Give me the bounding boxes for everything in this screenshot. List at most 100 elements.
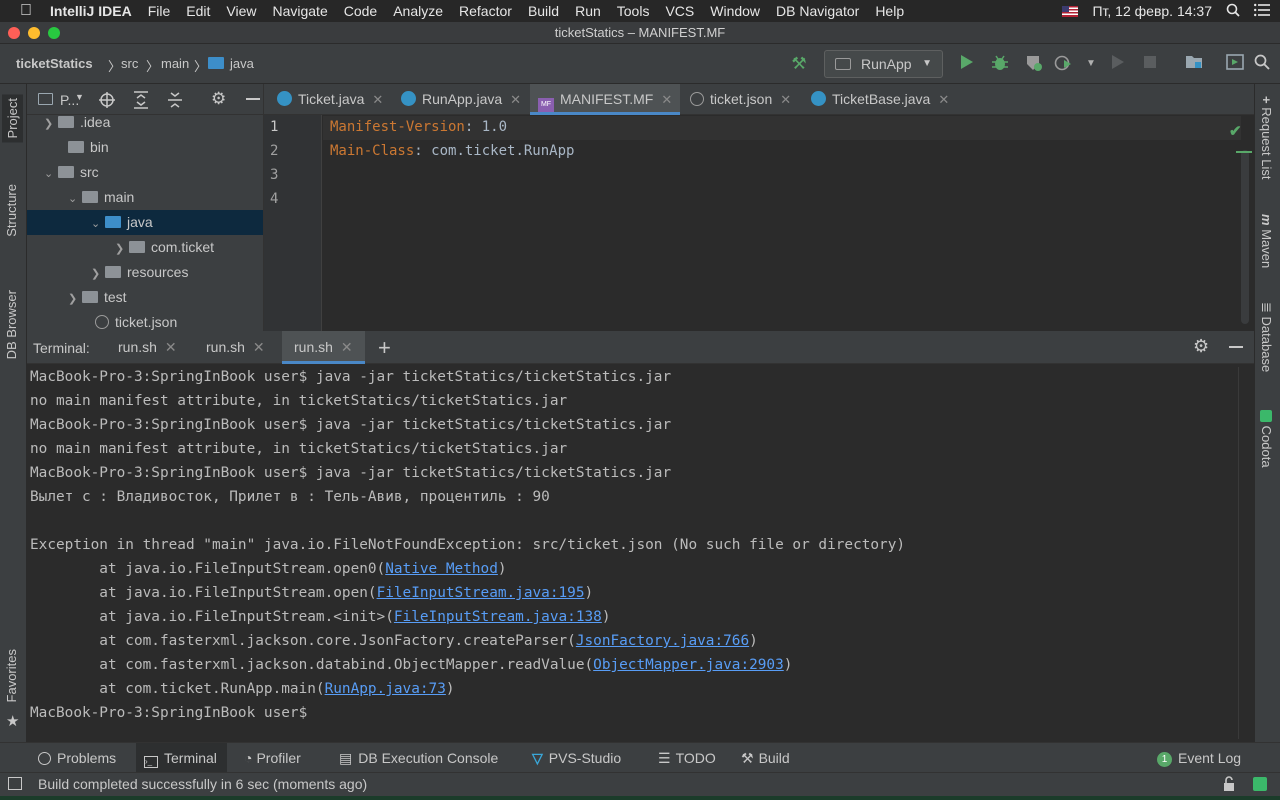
project-tool-button[interactable]: Project [2, 94, 23, 143]
tree-item-com-ticket[interactable]: ❯ com.ticket [27, 235, 263, 260]
close-tab-icon[interactable]: ✕ [372, 92, 383, 107]
apple-icon[interactable]:  [20, 2, 32, 20]
profile-icon[interactable] [1054, 54, 1074, 74]
tree-item-idea[interactable]: ❯ .idea [27, 110, 263, 135]
menu-vcs[interactable]: VCS [665, 3, 694, 19]
stack-trace-link[interactable]: ObjectMapper.java:2903 [593, 657, 784, 673]
settings-gear-icon[interactable]: ⚙ [211, 89, 226, 109]
close-window-button[interactable] [8, 27, 20, 39]
run-anything-icon[interactable] [1225, 54, 1245, 74]
codota-status-icon[interactable] [1253, 777, 1267, 791]
no-problems-check-icon[interactable]: ✔ [1229, 122, 1242, 140]
chevron-down-icon[interactable]: ⌄ [44, 162, 58, 187]
event-log-tool-button[interactable]: 1 Event Log [1157, 743, 1241, 773]
build-tool-button[interactable]: ⚒ Build [741, 743, 790, 773]
search-everywhere-icon[interactable] [1252, 54, 1272, 74]
settings-gear-icon[interactable]: ⚙ [1193, 336, 1209, 357]
flag-icon[interactable] [1062, 5, 1079, 17]
tab-ticketbase-java[interactable]: TicketBase.java ✕ [807, 84, 953, 115]
close-tab-icon[interactable]: ✕ [341, 339, 353, 355]
menu-db-navigator[interactable]: DB Navigator [776, 3, 859, 19]
tab-runapp-java[interactable]: RunApp.java ✕ [397, 84, 525, 115]
coverage-icon[interactable] [1024, 54, 1044, 74]
expand-all-icon[interactable] [133, 91, 149, 112]
terminal-prompt[interactable]: MacBook-Pro-3:SpringInBook user$ [30, 701, 307, 725]
code-line[interactable]: Manifest-Version: 1.0 [330, 119, 507, 135]
menu-navigate[interactable]: Navigate [272, 3, 327, 19]
more-run-options-icon[interactable]: ▼ [1081, 54, 1101, 74]
breadcrumb-main[interactable]: main [161, 56, 189, 71]
tree-item-test[interactable]: ❯ test [27, 285, 263, 310]
debug-icon[interactable] [990, 54, 1010, 74]
editor-scrollbar[interactable] [1241, 150, 1249, 324]
menu-edit[interactable]: Edit [186, 3, 210, 19]
maven-tool-button[interactable]: m Maven [1259, 214, 1274, 268]
minimize-window-button[interactable] [28, 27, 40, 39]
menu-analyze[interactable]: Analyze [393, 3, 443, 19]
menu-run[interactable]: Run [575, 3, 601, 19]
terminal-tool-button[interactable]: ›_ Terminal [136, 743, 227, 773]
tab-ticket-java[interactable]: Ticket.java ✕ [273, 84, 387, 115]
breadcrumb-project[interactable]: ticketStatics [16, 56, 93, 71]
stack-trace-link[interactable]: Native Method [385, 561, 498, 577]
tree-item-resources[interactable]: ❯ resources [27, 260, 263, 285]
tree-item-main[interactable]: ⌄ main [27, 185, 263, 210]
chevron-right-icon[interactable]: ❯ [91, 262, 105, 287]
stack-trace-link[interactable]: JsonFactory.java:766 [576, 633, 749, 649]
pvs-studio-tool-button[interactable]: ▽ PVS-Studio [532, 743, 621, 773]
terminal-tab-run-sh-3[interactable]: run.sh ✕ [282, 331, 365, 364]
database-tool-button[interactable]: ≣ Database [1259, 302, 1274, 372]
stack-trace-link[interactable]: RunApp.java:73 [325, 681, 446, 697]
toggle-tool-windows-icon[interactable] [8, 777, 22, 790]
chevron-right-icon[interactable]: ❯ [68, 287, 82, 312]
profiler-tool-button[interactable]: ◔ Profiler [244, 743, 301, 773]
project-structure-icon[interactable] [1184, 54, 1204, 74]
chevron-right-icon[interactable]: ❯ [115, 237, 129, 262]
menu-help[interactable]: Help [875, 3, 904, 19]
status-message[interactable]: Build completed successfully in 6 sec (m… [38, 773, 367, 795]
menu-build[interactable]: Build [528, 3, 559, 19]
menu-app-name[interactable]: IntelliJ IDEA [50, 3, 132, 19]
build-hammer-icon[interactable]: ⚒ [789, 54, 809, 74]
tree-item-src[interactable]: ⌄ src [27, 160, 263, 185]
terminal-tab-run-sh-1[interactable]: run.sh ✕ [113, 331, 182, 364]
tree-item-java[interactable]: ⌄ java [27, 210, 263, 235]
close-tab-icon[interactable]: ✕ [661, 92, 672, 107]
new-terminal-plus-icon[interactable]: + [378, 335, 391, 361]
spotlight-search-icon[interactable] [1226, 3, 1240, 20]
terminal-scrollbar[interactable] [1238, 367, 1246, 739]
todo-tool-button[interactable]: ☰ TODO [658, 743, 716, 773]
close-tab-icon[interactable]: ✕ [780, 92, 791, 107]
run-icon[interactable] [956, 54, 976, 74]
menu-file[interactable]: File [148, 3, 171, 19]
codota-tool-button[interactable]: Codota [1259, 410, 1274, 468]
problems-tool-button[interactable]: Problems [38, 743, 116, 773]
zoom-window-button[interactable] [48, 27, 60, 39]
menu-code[interactable]: Code [344, 3, 377, 19]
stack-trace-link[interactable]: FileInputStream.java:138 [394, 609, 602, 625]
tree-item-bin[interactable]: bin [27, 135, 263, 160]
stack-trace-link[interactable]: FileInputStream.java:195 [377, 585, 585, 601]
menu-tools[interactable]: Tools [617, 3, 650, 19]
menu-window[interactable]: Window [710, 3, 760, 19]
menubar-datetime[interactable]: Пт, 12 февр. 14:37 [1092, 3, 1212, 19]
locate-file-icon[interactable] [98, 91, 116, 112]
breadcrumb-src[interactable]: src [121, 56, 138, 71]
favorites-tool-button[interactable]: Favorites [4, 649, 19, 702]
structure-tool-button[interactable]: Structure [4, 184, 19, 237]
close-tab-icon[interactable]: ✕ [165, 339, 177, 355]
close-tab-icon[interactable]: ✕ [938, 92, 949, 107]
hide-panel-icon[interactable] [246, 98, 260, 100]
chevron-down-icon[interactable]: ▼ [75, 92, 84, 102]
tab-manifest-mf[interactable]: MF MANIFEST.MF ✕ [530, 84, 681, 115]
chevron-down-icon[interactable]: ⌄ [68, 187, 82, 212]
request-list-tool-button[interactable]: + Request List [1259, 96, 1274, 179]
tree-item-ticket-json[interactable]: ticket.json [27, 310, 263, 331]
tab-ticket-json[interactable]: ticket.json ✕ [686, 84, 795, 115]
menu-refactor[interactable]: Refactor [459, 3, 512, 19]
db-execution-console-tool-button[interactable]: ▤ DB Execution Console [339, 743, 498, 773]
terminal-tab-run-sh-2[interactable]: run.sh ✕ [201, 331, 270, 364]
chevron-right-icon[interactable]: ❯ [44, 112, 58, 137]
code-line[interactable]: Main-Class: com.ticket.RunApp [330, 143, 574, 159]
db-browser-tool-button[interactable]: DB Browser [4, 290, 19, 359]
